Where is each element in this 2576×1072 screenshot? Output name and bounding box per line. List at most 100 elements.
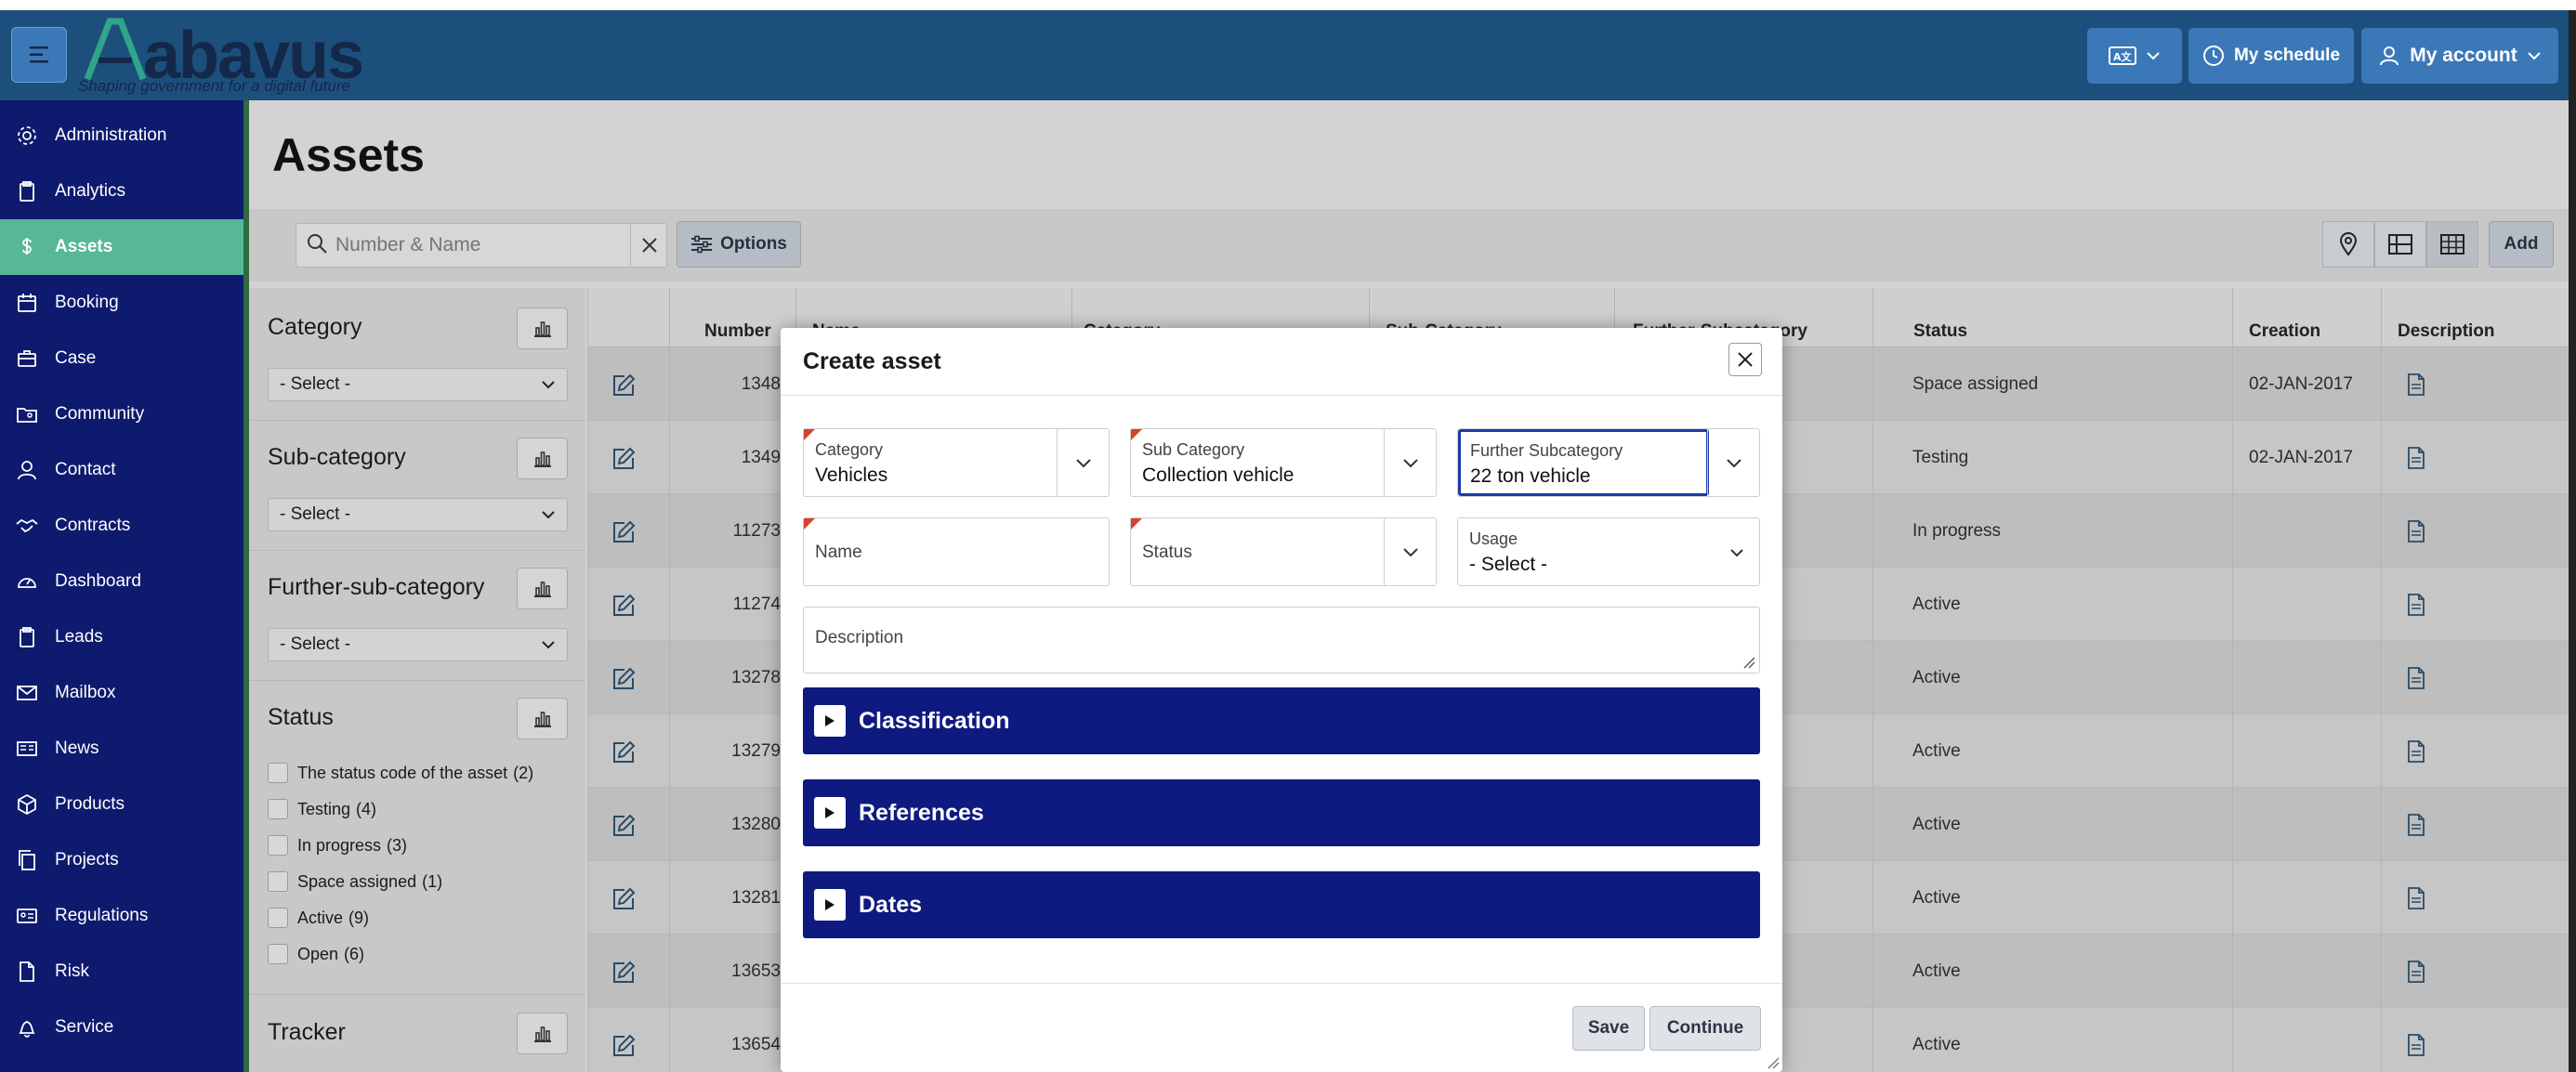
chevron-down-icon xyxy=(1402,458,1418,467)
further-subcategory-field[interactable]: Further Subcategory 22 ton vehicle xyxy=(1457,428,1760,497)
category-select[interactable]: - Select - xyxy=(268,368,568,401)
page-scrollbar[interactable] xyxy=(2569,10,2576,1072)
edit-row-button[interactable] xyxy=(611,1008,637,1072)
usage-select[interactable]: Usage - Select - xyxy=(1457,517,1760,586)
column-header-status[interactable]: Status xyxy=(1913,288,1967,347)
classification-expand-toggle[interactable] xyxy=(814,705,846,737)
status-field[interactable]: Status xyxy=(1130,517,1437,586)
dialog-resize-grip-icon[interactable] xyxy=(1767,1056,1780,1069)
description-link[interactable] xyxy=(2407,714,2425,788)
options-button[interactable]: Options xyxy=(677,221,801,268)
status-chart-button[interactable] xyxy=(517,698,568,739)
continue-button[interactable]: Continue xyxy=(1649,1006,1761,1051)
description-link[interactable] xyxy=(2407,347,2425,421)
references-region[interactable]: References xyxy=(803,779,1760,846)
sidebar-item-case[interactable]: Case xyxy=(0,331,243,386)
sidebar-item-analytics[interactable]: Analytics xyxy=(0,163,243,219)
sidebar-item-contracts[interactable]: Contracts xyxy=(0,498,243,554)
status-filter-option[interactable]: In progress (3) xyxy=(268,835,407,856)
column-header-creation[interactable]: Creation xyxy=(2249,288,2320,347)
sidebar-item-leads[interactable]: Leads xyxy=(0,609,243,665)
description-link[interactable] xyxy=(2407,935,2425,1008)
tracker-chart-button[interactable] xyxy=(517,1013,568,1054)
abavus-logo[interactable]: abavus Shaping government for a digital … xyxy=(78,14,364,98)
checkbox[interactable] xyxy=(268,944,288,964)
status-dropdown-toggle[interactable] xyxy=(1384,518,1436,585)
status-filter-option[interactable]: Active (9) xyxy=(268,908,369,928)
category-chart-button[interactable] xyxy=(517,307,568,349)
further-sub-category-select[interactable]: - Select - xyxy=(268,628,568,661)
column-header-number[interactable]: Number xyxy=(704,288,771,347)
further-sub-category-chart-button[interactable] xyxy=(517,568,568,609)
classification-region[interactable]: Classification xyxy=(803,687,1760,754)
svg-text:A文: A文 xyxy=(2113,50,2133,63)
description-link[interactable] xyxy=(2407,494,2425,568)
sidebar-item-risk[interactable]: Risk xyxy=(0,944,243,1000)
map-view-button[interactable] xyxy=(2322,221,2374,268)
category-field[interactable]: Category Vehicles xyxy=(803,428,1110,497)
status-filter-option[interactable]: The status code of the asset (2) xyxy=(268,763,533,783)
sidebar-item-contact[interactable]: Contact xyxy=(0,442,243,498)
search-field[interactable] xyxy=(296,223,667,268)
status-filter-option[interactable]: Space assigned (1) xyxy=(268,871,442,892)
my-account-button[interactable]: My account xyxy=(2361,28,2558,84)
edit-row-button[interactable] xyxy=(611,788,637,861)
add-button[interactable]: Add xyxy=(2489,221,2554,268)
sidebar-item-service[interactable]: Service xyxy=(0,1000,243,1055)
dates-expand-toggle[interactable] xyxy=(814,889,846,921)
checkbox[interactable] xyxy=(268,835,288,856)
name-field[interactable]: Name xyxy=(803,517,1110,586)
column-header-description[interactable]: Description xyxy=(2398,288,2495,347)
sidebar-item-news[interactable]: News xyxy=(0,721,243,777)
sidebar-item-administration[interactable]: Administration xyxy=(0,108,243,163)
description-textarea[interactable]: Description xyxy=(803,607,1760,673)
resize-grip-icon[interactable] xyxy=(1742,656,1755,669)
category-dropdown-toggle[interactable] xyxy=(1057,429,1109,496)
sidebar-item-dashboard[interactable]: Dashboard xyxy=(0,554,243,609)
description-link[interactable] xyxy=(2407,788,2425,861)
further-subcategory-input-focus[interactable]: Further Subcategory 22 ton vehicle xyxy=(1458,429,1709,496)
sub-category-dropdown-toggle[interactable] xyxy=(1384,429,1436,496)
sub-category-field[interactable]: Sub Category Collection vehicle xyxy=(1130,428,1437,497)
checkbox[interactable] xyxy=(268,799,288,819)
save-button[interactable]: Save xyxy=(1572,1006,1645,1051)
edit-row-button[interactable] xyxy=(611,421,637,494)
status-filter-option[interactable]: Testing (4) xyxy=(268,799,376,819)
description-link[interactable] xyxy=(2407,641,2425,714)
description-link[interactable] xyxy=(2407,421,2425,494)
edit-row-button[interactable] xyxy=(611,714,637,788)
description-link[interactable] xyxy=(2407,861,2425,935)
menu-toggle-button[interactable] xyxy=(11,27,67,83)
sub-category-select[interactable]: - Select - xyxy=(268,498,568,531)
my-schedule-button[interactable]: My schedule xyxy=(2188,28,2354,84)
description-link[interactable] xyxy=(2407,1008,2425,1072)
checkbox[interactable] xyxy=(268,871,288,892)
further-subcategory-dropdown-toggle[interactable] xyxy=(1707,429,1759,496)
sidebar-item-mailbox[interactable]: Mailbox xyxy=(0,665,243,721)
edit-row-button[interactable] xyxy=(611,494,637,568)
references-expand-toggle[interactable] xyxy=(814,797,846,829)
edit-row-button[interactable] xyxy=(611,641,637,714)
sidebar-item-booking[interactable]: Booking xyxy=(0,275,243,331)
sidebar-item-assets[interactable]: Assets xyxy=(0,219,243,275)
edit-row-button[interactable] xyxy=(611,347,637,421)
sidebar-item-projects[interactable]: Projects xyxy=(0,832,243,888)
dates-region[interactable]: Dates xyxy=(803,871,1760,938)
sub-category-chart-button[interactable] xyxy=(517,438,568,479)
checkbox[interactable] xyxy=(268,908,288,928)
cards-view-button[interactable] xyxy=(2374,221,2426,268)
checkbox[interactable] xyxy=(268,763,288,783)
description-link[interactable] xyxy=(2407,568,2425,641)
clear-search-button[interactable] xyxy=(630,224,667,267)
edit-row-button[interactable] xyxy=(611,568,637,641)
sidebar-item-regulations[interactable]: Regulations xyxy=(0,888,243,944)
search-input[interactable] xyxy=(335,234,633,256)
status-filter-option[interactable]: Open (6) xyxy=(268,944,364,964)
table-view-button[interactable] xyxy=(2426,221,2478,268)
language-menu-button[interactable]: A文 xyxy=(2087,28,2182,84)
edit-row-button[interactable] xyxy=(611,861,637,935)
sidebar-item-products[interactable]: Products xyxy=(0,777,243,832)
dialog-close-button[interactable] xyxy=(1728,343,1762,376)
sidebar-item-community[interactable]: Community xyxy=(0,386,243,442)
edit-row-button[interactable] xyxy=(611,935,637,1008)
